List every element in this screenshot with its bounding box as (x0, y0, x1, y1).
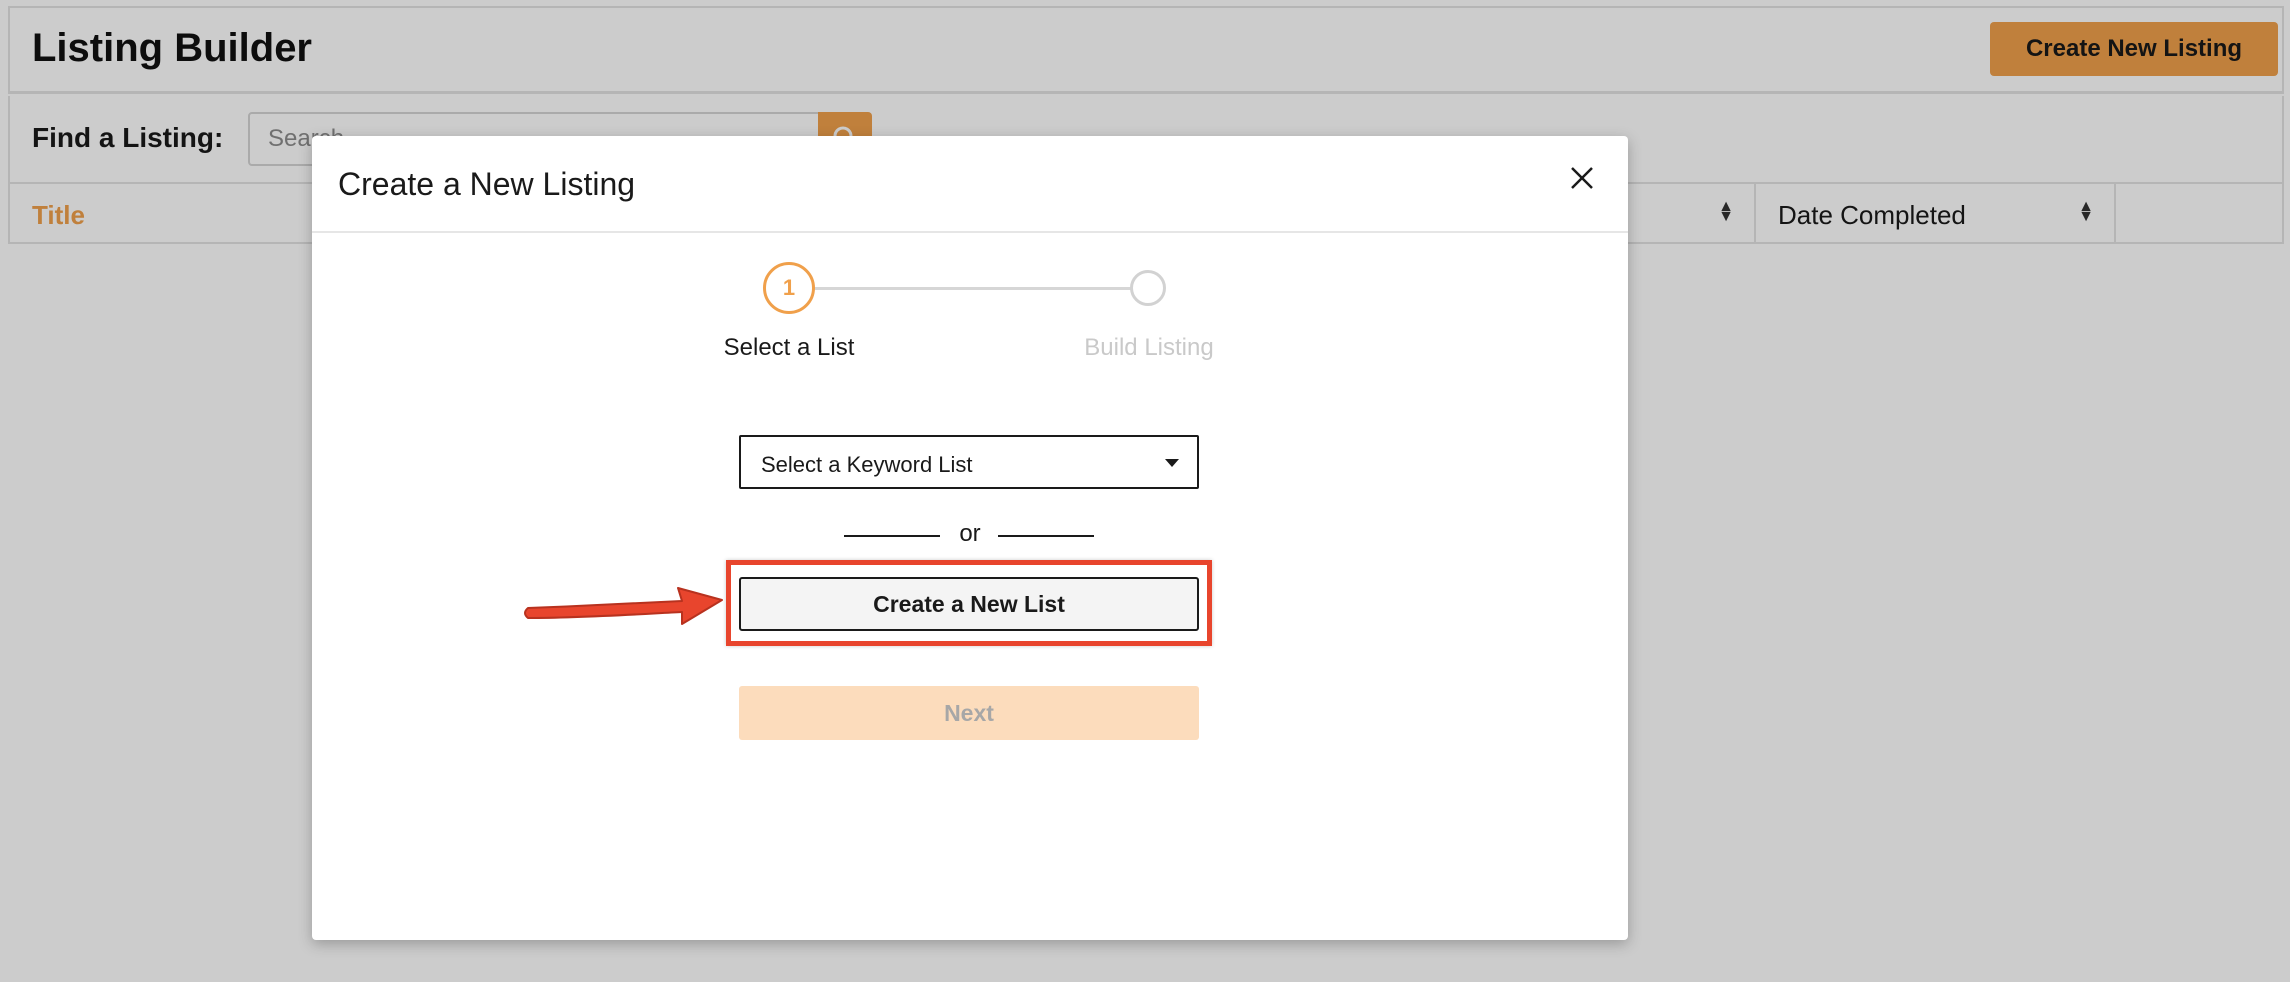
chevron-down-icon (1165, 459, 1179, 467)
arrow-right-icon (524, 587, 723, 625)
keyword-list-select-value: Select a Keyword List (761, 452, 973, 477)
step-1-indicator: 1 (763, 262, 815, 314)
modal-header: Create a New Listing (312, 136, 1628, 233)
stepper-connector (814, 287, 1134, 290)
create-listing-modal: Create a New Listing 1 Select a List Bui… (312, 136, 1628, 940)
step-2-label: Build Listing (1084, 334, 1214, 361)
create-new-list-button[interactable]: Create a New List (739, 577, 1199, 631)
close-button[interactable] (1562, 158, 1602, 198)
modal-title: Create a New Listing (338, 166, 636, 202)
step-1-label: Select a List (723, 334, 855, 361)
next-button[interactable]: Next (739, 686, 1199, 740)
divider-line (844, 535, 940, 537)
keyword-list-select[interactable]: Select a Keyword List (739, 435, 1199, 489)
close-icon (1571, 167, 1593, 189)
step-2-indicator (1130, 270, 1166, 306)
divider-line (998, 535, 1094, 537)
or-text: or (959, 520, 981, 547)
or-divider: or (844, 520, 1094, 550)
